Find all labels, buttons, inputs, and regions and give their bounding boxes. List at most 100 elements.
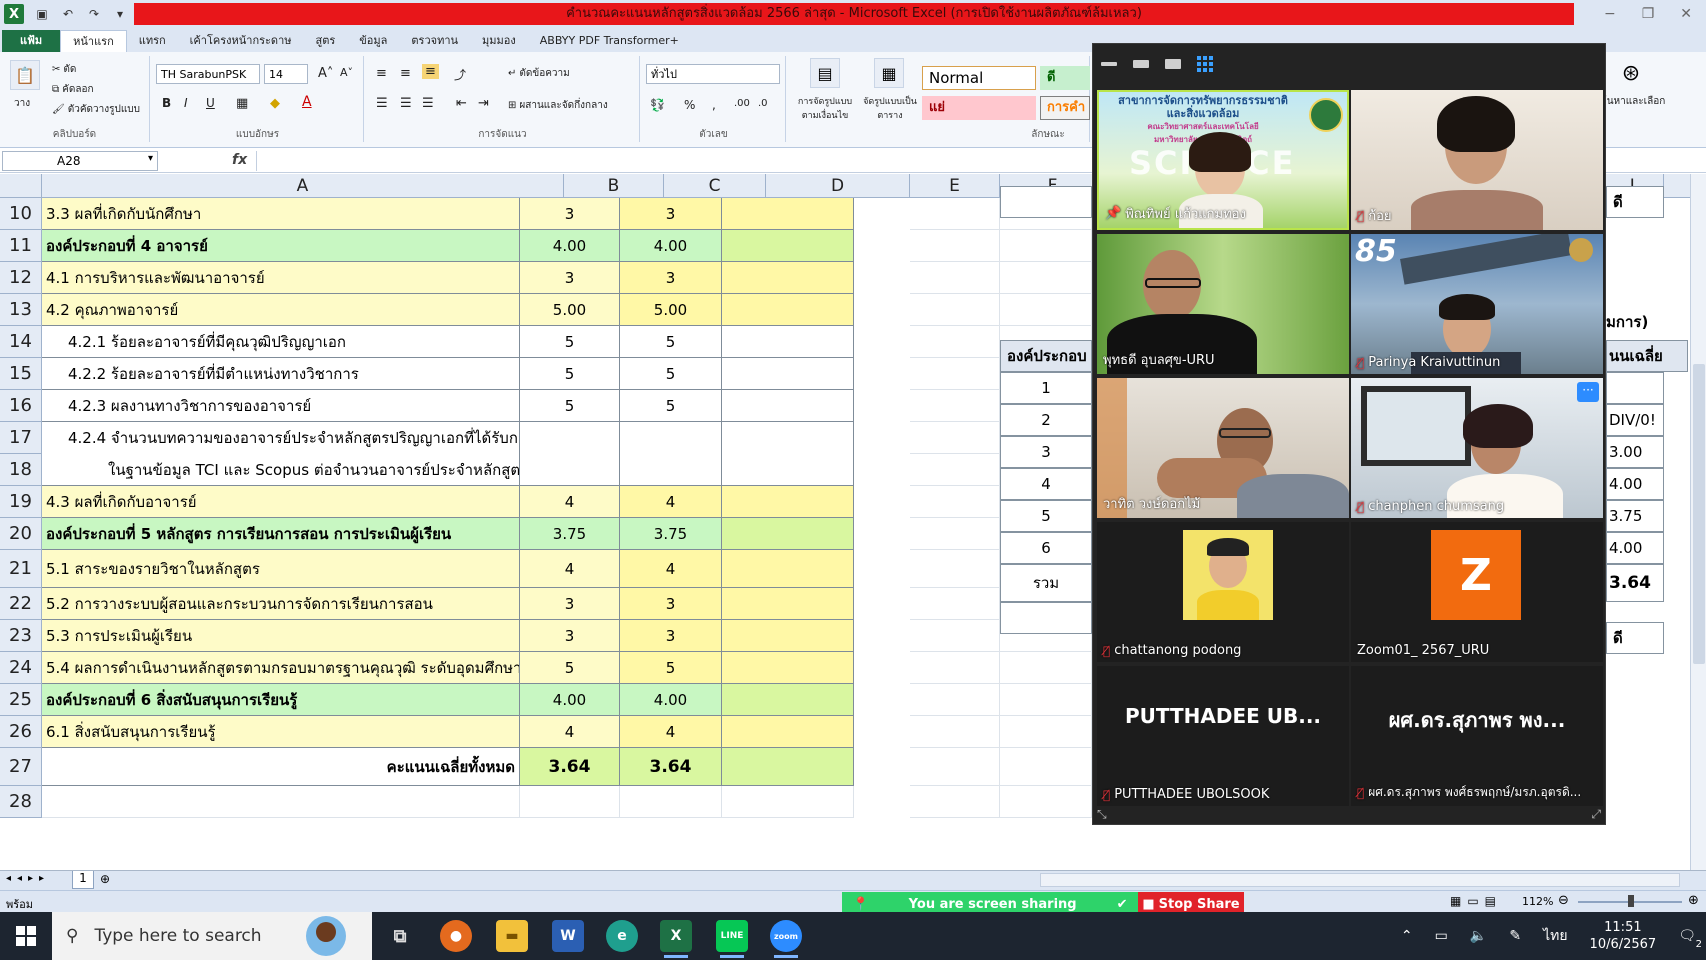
fill-color-icon[interactable]: ◆ [270,96,280,111]
name-box[interactable]: A28 [2,151,158,171]
italic-icon[interactable]: I [184,96,188,110]
grow-font-icon[interactable]: A˄ [318,66,333,81]
paste-button[interactable]: วาง [14,96,30,111]
row-header[interactable]: 12 [0,262,42,294]
participant-tile-2[interactable]: 🎙̸ ก้อย [1351,90,1603,230]
row-header[interactable]: 19 [0,486,42,518]
format-as-table-button[interactable]: จัดรูปแบบเป็นตาราง [862,94,918,122]
cell-f[interactable] [1000,652,1092,684]
zoom-out-icon[interactable]: ⊖ [1558,893,1569,908]
cell-c[interactable]: 4 [620,486,722,518]
cell-c[interactable]: 5 [620,652,722,684]
right-table-l-cell[interactable]: DIV/0! [1606,404,1664,436]
cell-a[interactable]: คะแนนเฉลี่ยทั้งหมด [42,748,520,786]
firefox-icon[interactable]: ● [440,920,472,952]
cell-b[interactable] [520,422,620,454]
cell-f[interactable] [1000,294,1092,326]
zoom-in-icon[interactable]: ⊕ [1688,893,1699,908]
paste-icon[interactable]: 📋 [10,60,40,90]
cell-d[interactable] [722,518,854,550]
participant-tile-10[interactable]: ผศ.ดร.สุภาพร พง... 🎙̸ ผศ.ดร.สุภาพร พงศ์ธร… [1351,666,1603,806]
row-header[interactable]: 22 [0,588,42,620]
row-header[interactable]: 18 [0,454,42,486]
close-icon[interactable]: ✕ [1680,6,1692,22]
binoculars-icon[interactable]: ⊛ [1616,58,1646,88]
borders-icon[interactable]: ▦ [236,96,248,111]
cell-d[interactable] [722,198,854,230]
cell-e[interactable] [910,390,1000,422]
pen-icon[interactable]: ✎ [1509,928,1521,944]
percent-icon[interactable]: % [684,98,695,112]
edge-icon[interactable]: e [606,920,638,952]
cell-d[interactable] [722,684,854,716]
row-header[interactable]: 21 [0,550,42,588]
cell-e[interactable] [910,550,1000,588]
cell-c[interactable]: 4.00 [620,684,722,716]
cell-b[interactable]: 4 [520,716,620,748]
cell-a[interactable]: 6.1 สิ่งสนับสนุนการเรียนรู้ [42,716,520,748]
cell-d[interactable] [722,326,854,358]
cell-c[interactable] [620,422,722,454]
cell-a[interactable]: 4.2.4 จำนวนบทความของอาจารย์ประจำหลักสูตร… [42,422,520,454]
zoom-taskbar-icon[interactable]: zoom [770,920,802,958]
cell-f[interactable] [1000,716,1092,748]
number-format-select[interactable]: ทั่วไป [646,64,780,84]
cell-b[interactable]: 3.75 [520,518,620,550]
notification-icon[interactable]: 🗨 2 [1678,928,1702,950]
decrease-decimal-icon[interactable]: .0 [758,98,768,109]
cell-e[interactable] [910,748,1000,786]
sheet-tab-1[interactable]: 1 [72,871,94,889]
cell-c[interactable]: 3.75 [620,518,722,550]
underline-icon[interactable]: U [206,96,215,110]
participant-tile-6[interactable]: ··· 🎙̸ chanphen chumsang [1351,378,1603,518]
chevron-up-icon[interactable]: ⌃ [1401,928,1413,944]
row-header[interactable]: 20 [0,518,42,550]
insert-sheet-icon[interactable]: ⊕ [100,872,110,886]
cut-button[interactable]: ✂ ตัด [52,62,76,77]
undo-icon[interactable]: ↶ [60,6,76,22]
row-header[interactable]: 27 [0,748,42,786]
cell-c[interactable]: 3 [620,620,722,652]
vertical-scroll-thumb[interactable] [1693,364,1705,664]
comma-icon[interactable]: , [712,98,716,112]
cell-a[interactable]: 4.2.1 ร้อยละอาจารย์ที่มีคุณวุฒิปริญญาเอก [42,326,520,358]
row-header[interactable]: 23 [0,620,42,652]
windows-start-icon[interactable] [16,926,36,946]
col-header-d[interactable]: D [766,174,910,198]
align-left-icon[interactable]: ☰ [376,96,388,111]
cell-b[interactable]: 5 [520,326,620,358]
cell-a[interactable]: 4.3 ผลที่เกิดกับอาจารย์ [42,486,520,518]
cell-c[interactable]: 3 [620,198,722,230]
style-normal[interactable]: Normal [922,66,1036,90]
cell-f[interactable] [1000,748,1092,786]
cell-c[interactable]: 3 [620,262,722,294]
cell-c[interactable]: 5 [620,358,722,390]
cell-b[interactable]: 4 [520,486,620,518]
task-view-icon[interactable]: ⧉ [384,920,416,952]
right-table-f-cell[interactable]: 6 [1000,532,1092,564]
participant-tile-4[interactable]: 85 🎙̸ Parinya Kraivuttinun [1351,234,1603,374]
cell-b[interactable]: 5 [520,390,620,422]
cell-b[interactable]: 3 [520,198,620,230]
cell-c[interactable] [620,786,722,818]
cell-e[interactable] [910,326,1000,358]
cell-e[interactable] [910,588,1000,620]
tab-review[interactable]: ตรวจทาน [399,30,470,52]
cell-b[interactable] [520,786,620,818]
font-name-select[interactable]: TH SarabunPSK [156,64,260,84]
more-options-icon[interactable]: ··· [1577,382,1599,402]
cell-f[interactable] [1000,262,1092,294]
bold-icon[interactable]: B [162,96,171,110]
cell-b[interactable]: 5.00 [520,294,620,326]
tab-abbyy[interactable]: ABBYY PDF Transformer+ [528,30,691,52]
tab-file[interactable]: แฟ้ม [2,30,61,52]
cell-e[interactable] [910,716,1000,748]
orientation-icon[interactable]: ⤴ [454,66,466,83]
style-bad[interactable]: แย่ [922,96,1036,120]
cell-e[interactable] [910,486,1000,518]
cell-b[interactable]: 4.00 [520,684,620,716]
strip-view-icon[interactable] [1165,59,1181,69]
cell-c[interactable]: 4 [620,550,722,588]
cell-d[interactable] [722,620,854,652]
style-good[interactable]: ดี [1040,66,1090,90]
